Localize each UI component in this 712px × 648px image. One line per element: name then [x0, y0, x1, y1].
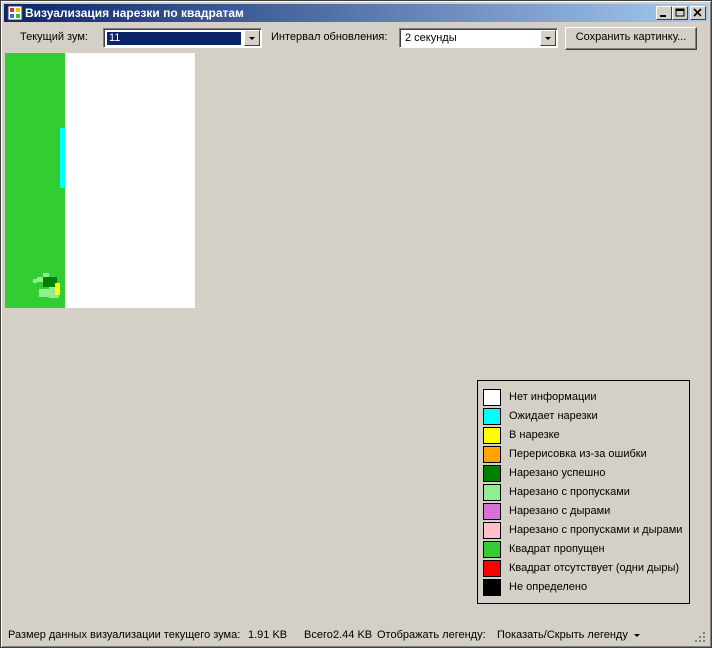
zoom-label: Текущий зум: [20, 31, 88, 43]
legend-label: Нарезано с пропусками [509, 486, 630, 498]
main-window: Визуализация нарезки по квадратам Текущи… [0, 0, 712, 648]
legend-swatch [483, 522, 501, 539]
data-size-label: Размер данных визуализации текущего зума… [8, 629, 241, 641]
data-size-value: 1.91 KB [248, 629, 288, 641]
legend-item: Квадрат отсутствует (одни дыры) [483, 559, 689, 578]
save-image-button[interactable]: Сохранить картинку... [565, 27, 697, 50]
legend-swatch [483, 408, 501, 425]
maximize-button[interactable] [672, 6, 688, 20]
legend-item: В нарезке [483, 426, 689, 445]
legend-label: Нарезано успешно [509, 467, 606, 479]
window-title: Визуализация нарезки по квадратам [25, 6, 244, 20]
legend-label: Ожидает нарезки [509, 410, 598, 422]
legend-label: Квадрат пропущен [509, 543, 605, 555]
app-icon [7, 5, 23, 21]
total-label: Всего: [304, 629, 336, 641]
legend-swatch [483, 541, 501, 558]
close-button[interactable] [690, 6, 706, 20]
zoom-value: 11 [107, 32, 241, 45]
show-legend-label: Отображать легенду: [377, 629, 486, 641]
legend-item: Нарезано с пропусками [483, 483, 689, 502]
legend-swatch [483, 484, 501, 501]
legend-label: Нет информации [509, 391, 597, 403]
legend-item: Ожидает нарезки [483, 407, 689, 426]
chevron-down-icon[interactable] [540, 30, 556, 46]
zoom-select[interactable]: 11 [103, 28, 262, 48]
resize-grip-icon[interactable] [694, 631, 706, 643]
legend-item: Нет информации [483, 388, 689, 407]
legend-label: В нарезке [509, 429, 560, 441]
total-value: 2.44 KB [333, 629, 373, 641]
legend-label: Нарезано с дырами [509, 505, 611, 517]
legend-swatch [483, 389, 501, 406]
minimize-icon [660, 15, 666, 17]
minimize-button[interactable] [656, 6, 672, 20]
legend-item: Нарезано успешно [483, 464, 689, 483]
tile-map [5, 53, 195, 308]
legend-swatch [483, 579, 501, 596]
legend-label: Не определено [509, 581, 588, 593]
legend-swatch [483, 560, 501, 577]
maximize-icon [675, 8, 685, 17]
legend-label: Нарезано с пропусками и дырами [509, 524, 683, 536]
legend-swatch [483, 503, 501, 520]
legend-item: Перерисовка из-за ошибки [483, 445, 689, 464]
chevron-down-icon[interactable] [244, 30, 260, 46]
legend-item: Нарезано с пропусками и дырами [483, 521, 689, 540]
interval-label: Интервал обновления: [271, 31, 388, 43]
legend-item: Не определено [483, 578, 689, 597]
legend-label: Перерисовка из-за ошибки [509, 448, 647, 460]
legend-swatch [483, 446, 501, 463]
legend-item: Нарезано с дырами [483, 502, 689, 521]
title-bar[interactable]: Визуализация нарезки по квадратам [4, 4, 708, 22]
legend-swatch [483, 465, 501, 482]
close-icon [693, 8, 702, 17]
legend-label: Квадрат отсутствует (одни дыры) [509, 562, 680, 574]
legend-swatch [483, 427, 501, 444]
interval-value: 2 секунды [405, 32, 457, 44]
legend-toggle-dropdown[interactable]: Показать/Скрыть легенду [497, 629, 640, 641]
status-bar: Размер данных визуализации текущего зума… [4, 625, 708, 645]
interval-select[interactable]: 2 секунды [399, 28, 558, 48]
tile-visualization [5, 53, 195, 308]
legend-panel: Нет информации Ожидает нарезки В нарезке… [477, 380, 690, 604]
legend-item: Квадрат пропущен [483, 540, 689, 559]
